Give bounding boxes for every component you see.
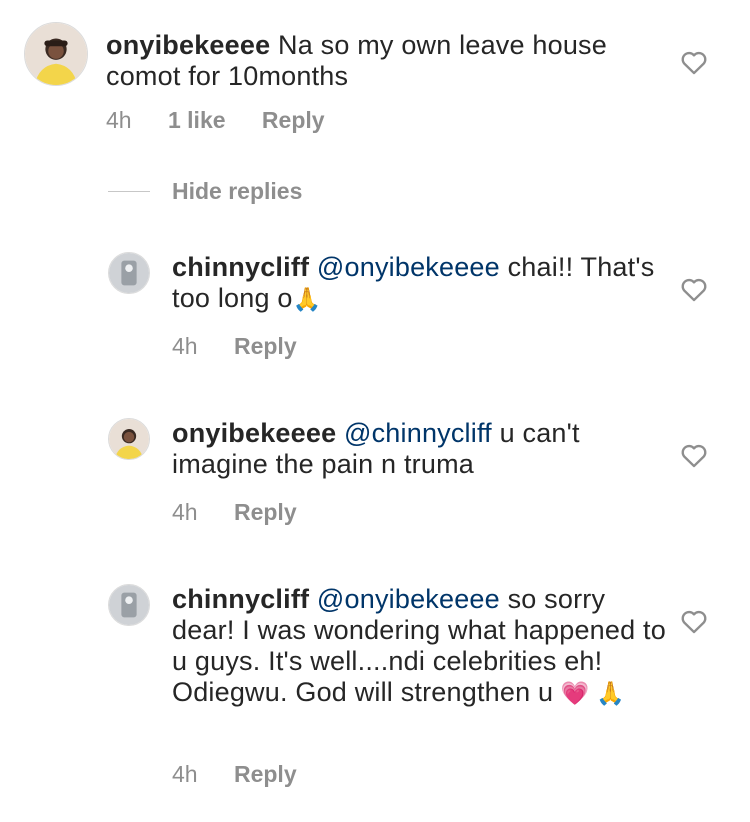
reply-text: chinnycliff @onyibekeeee so sorry dear! …: [172, 584, 667, 709]
reply-mention[interactable]: @onyibekeeee: [317, 252, 500, 282]
hide-replies-label[interactable]: Hide replies: [172, 176, 302, 206]
reply-item: chinnycliff @onyibekeeee so sorry dear! …: [0, 584, 750, 804]
reply-button[interactable]: Reply: [234, 499, 297, 525]
reply-username[interactable]: onyibekeeee: [172, 418, 336, 448]
comment-meta: 4h 1 like Reply: [106, 106, 355, 134]
user-avatar[interactable]: [108, 584, 150, 626]
reply-mention[interactable]: @chinnycliff: [344, 418, 492, 448]
reply-emoji: 💗 🙏: [560, 680, 626, 706]
reply-item: onyibekeeee @chinnycliff u can't imagine…: [0, 418, 750, 538]
reply-emoji: 🙏: [292, 286, 322, 312]
gray-avatar-icon: [109, 585, 149, 625]
reply-time: 4h: [172, 333, 198, 359]
like-heart-icon[interactable]: [680, 442, 708, 468]
woman-avatar-icon: [25, 23, 87, 85]
like-heart-icon[interactable]: [680, 608, 708, 634]
user-avatar[interactable]: [108, 418, 150, 460]
reply-username[interactable]: chinnycliff: [172, 584, 309, 614]
user-avatar[interactable]: [24, 22, 88, 86]
comment-likes[interactable]: 1 like: [168, 107, 226, 133]
reply-button[interactable]: Reply: [234, 761, 297, 787]
divider-line: [108, 191, 150, 192]
comment-text: onyibekeeee Na so my own leave house com…: [106, 30, 666, 92]
reply-text: onyibekeeee @chinnycliff u can't imagine…: [172, 418, 667, 480]
gray-avatar-icon: [109, 253, 149, 293]
reply-item: chinnycliff @onyibekeeee chai!! That's t…: [0, 252, 750, 372]
reply-time: 4h: [172, 761, 198, 787]
reply-button[interactable]: Reply: [262, 107, 325, 133]
woman-avatar-icon: [109, 419, 149, 459]
reply-button[interactable]: Reply: [234, 333, 297, 359]
reply-text: chinnycliff @onyibekeeee chai!! That's t…: [172, 252, 667, 315]
comment-time: 4h: [106, 107, 132, 133]
reply-meta: 4h Reply: [172, 760, 327, 788]
comment-username[interactable]: onyibekeeee: [106, 30, 270, 60]
reply-mention[interactable]: @onyibekeeee: [317, 584, 500, 614]
comment-item: onyibekeeee Na so my own leave house com…: [0, 22, 750, 142]
reply-meta: 4h Reply: [172, 332, 327, 360]
like-heart-icon[interactable]: [680, 49, 708, 75]
reply-meta: 4h Reply: [172, 498, 327, 526]
like-heart-icon[interactable]: [680, 276, 708, 302]
user-avatar[interactable]: [108, 252, 150, 294]
reply-username[interactable]: chinnycliff: [172, 252, 309, 282]
reply-time: 4h: [172, 499, 198, 525]
